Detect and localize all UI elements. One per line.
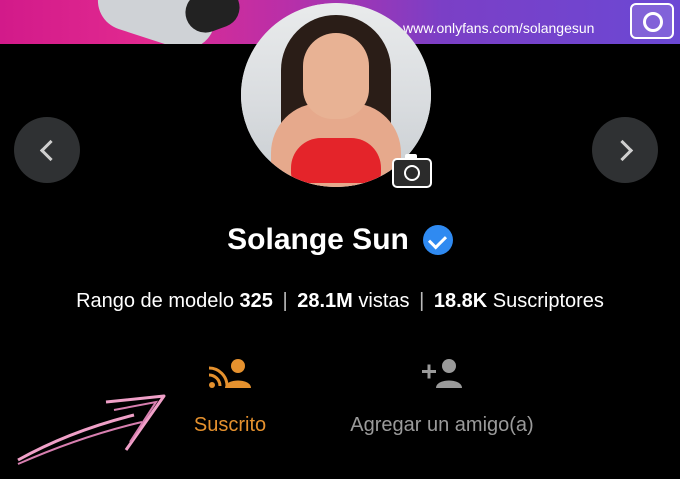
previous-button[interactable] [14, 117, 80, 183]
rank-label: Rango de modelo [76, 290, 234, 312]
views-value: 28.1M [297, 290, 353, 312]
rank-value: 325 [239, 290, 273, 312]
profile-stats: Rango de modelo 325 | 28.1M vistas | 18.… [76, 290, 604, 312]
profile-name-row: Solange Sun [0, 223, 680, 257]
annotation-arrow [17, 394, 166, 465]
profile-name: Solange Sun [227, 223, 409, 256]
subscribers-value: 18.8K [433, 290, 488, 312]
chevron-right-icon [611, 139, 633, 161]
add-friend-button[interactable]: Agregar un amigo(a) [322, 358, 562, 437]
camera-icon[interactable] [630, 3, 674, 39]
subscribers-label: Suscriptores [492, 290, 604, 312]
banner-url-text: www.onlyfans.com/solangesun [403, 20, 595, 36]
subscribed-button[interactable]: Suscrito [170, 358, 290, 437]
camera-lens [643, 12, 663, 32]
next-button[interactable] [592, 117, 658, 183]
chevron-left-icon [39, 139, 61, 161]
verified-check-icon [422, 225, 453, 255]
rss-user-icon [208, 359, 251, 388]
camera-icon[interactable] [392, 154, 432, 188]
add-friend-label: Agregar un amigo(a) [350, 414, 534, 436]
subscribed-label: Suscrito [193, 414, 267, 436]
add-user-icon [422, 359, 462, 388]
views-label: vistas [358, 290, 410, 312]
